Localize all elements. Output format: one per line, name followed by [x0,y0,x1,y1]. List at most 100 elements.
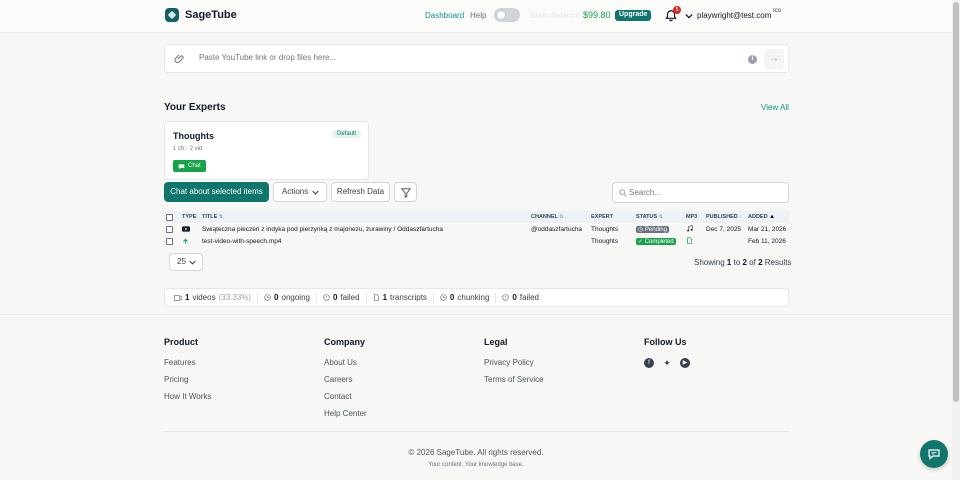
file-icon[interactable] [686,236,693,244]
footer-link-help-center[interactable]: Help Center [324,409,367,418]
toggle-knob [497,11,505,19]
page-size-value: 25 [177,257,186,266]
table-row[interactable]: Świąteczna pieczeń z indyka pod pierzynk… [164,223,789,235]
logo-icon [165,8,179,22]
submit-arrow-button[interactable]: → [764,49,784,69]
stat-ongoing: 0 ongoing [264,293,310,302]
chat-selected-button[interactable]: Chat about selected items [164,182,269,202]
page-scrollbar[interactable] [952,0,960,480]
document-icon [373,294,379,301]
chevron-down-icon[interactable] [685,12,693,20]
footer-link-how-it-works[interactable]: How It Works [164,392,211,401]
footer-legal-title: Legal [484,337,508,347]
music-note-icon[interactable] [686,224,693,232]
content-table: TYPE TITLE ⇅ CHANNEL ⇅ EXPERT STATUS ⇅ M… [164,211,789,247]
header-status[interactable]: STATUS ⇅ [636,214,686,220]
row-expert: Thoughts [591,237,619,245]
footer-link-pricing[interactable]: Pricing [164,375,211,384]
filter-button[interactable] [394,182,417,202]
chat-bubble-icon [178,163,185,169]
footer-link-terms[interactable]: Terms of Service [484,375,544,384]
search-input[interactable] [629,188,779,197]
header-title[interactable]: TITLE ⇅ [202,214,531,220]
twitter-icon[interactable]: ✦ [662,358,672,368]
stat-chunking: 0 chunking [440,293,489,302]
notification-badge: 5 [673,6,681,14]
url-input-box: i → [164,44,789,73]
status-badge: ◷ Pending [636,225,669,233]
stats-bar: 1 videos (33.33%) 0 ongoing 0 failed 1 transc… [164,288,789,307]
expert-card[interactable]: Thoughts Default 1 ch · 2 vid Chat [164,121,369,180]
footer-link-privacy[interactable]: Privacy Policy [484,358,544,367]
facebook-icon[interactable]: f [644,358,654,368]
alert-circle-icon [502,294,510,301]
brand-logo[interactable]: SageTube [165,8,237,22]
page-footer: Product Features Pricing How It Works Co… [0,314,952,480]
nav-help-link[interactable]: Help [470,11,486,20]
stat-transcripts: 1 transcripts [373,293,427,302]
avatar[interactable]: Ico [773,8,787,24]
upload-icon [183,238,188,244]
user-email[interactable]: playwright@test.com [697,11,771,20]
table-header: TYPE TITLE ⇅ CHANNEL ⇅ EXPERT STATUS ⇅ M… [164,211,789,223]
page-size-select[interactable]: 25 [169,253,203,271]
header-published[interactable]: PUBLISHED ↕ [706,214,748,220]
footer-product: Product Features Pricing How It Works [164,337,211,409]
select-all-checkbox[interactable] [166,213,173,221]
top-header: SageTube Dashboard Help Brain Balance $9… [0,0,952,33]
clock-icon [440,294,447,301]
theme-toggle[interactable] [494,8,520,22]
table-row[interactable]: test-video-with-speech.mp4 Thoughts ✓ Co… [164,235,789,247]
row-checkbox[interactable] [166,237,173,245]
view-all-link[interactable]: View All [761,103,789,112]
expert-chat-button[interactable]: Chat [173,160,206,172]
footer-follow-title: Follow Us [644,337,687,347]
scrollbar-thumb[interactable] [953,2,959,402]
nav-dashboard-link[interactable]: Dashboard [425,11,464,20]
footer-link-about[interactable]: About Us [324,358,367,367]
header-mp3: MP3 [686,214,698,220]
status-badge: ✓ Completed [636,237,676,245]
row-added: Feb 11, 2026 [748,237,786,245]
stat-failed-chunks: 0 failed [502,293,539,302]
header-added[interactable]: ADDED ▲ [748,214,789,220]
row-added: Mar 21, 2026 [748,225,787,233]
footer-legal: Legal Privacy Policy Terms of Service [484,337,544,392]
actions-dropdown[interactable]: Actions [273,182,327,202]
video-icon [174,294,182,301]
footer-link-features[interactable]: Features [164,358,211,367]
header-type: TYPE [182,214,197,220]
youtube-icon [182,226,190,232]
row-channel[interactable]: @oddaszfartucha [531,226,591,233]
copyright: © 2026 SageTube. All rights reserved. [408,448,544,457]
search-box [612,182,789,203]
row-title[interactable]: test-video-with-speech.mp4 [202,238,531,245]
experts-title: Your Experts [164,102,226,113]
paperclip-icon[interactable] [174,53,186,65]
refresh-data-button[interactable]: Refresh Data [331,182,390,202]
default-badge: Default [332,130,362,138]
header-channel[interactable]: CHANNEL ⇅ [531,214,591,220]
brand-name: SageTube [185,9,237,21]
info-icon[interactable]: i [748,55,757,64]
youtube-icon[interactable]: ▶ [680,358,690,368]
row-checkbox[interactable] [166,225,173,233]
footer-divider [164,431,789,432]
row-expert: Thoughts [591,225,619,233]
balance-label: Brain Balance [530,11,580,20]
chat-bubble-icon [928,449,940,460]
upgrade-button[interactable]: Upgrade [615,10,652,21]
expert-chat-label: Chat [188,163,201,169]
balance-amount: $99.80 [583,10,611,20]
footer-company-title: Company [324,337,366,347]
chat-fab-button[interactable] [920,440,948,468]
chevron-down-icon [312,190,319,195]
footer-link-contact[interactable]: Contact [324,392,367,401]
footer-company: Company About Us Careers Contact Help Ce… [324,337,367,426]
url-input[interactable] [199,53,719,62]
actions-label: Actions [282,187,309,196]
row-published: Dec 7, 2025 [706,225,742,233]
row-title[interactable]: Świąteczna pieczeń z indyka pod pierzynk… [202,226,531,233]
expert-meta: 1 ch · 2 vid [173,146,203,152]
footer-link-careers[interactable]: Careers [324,375,367,384]
